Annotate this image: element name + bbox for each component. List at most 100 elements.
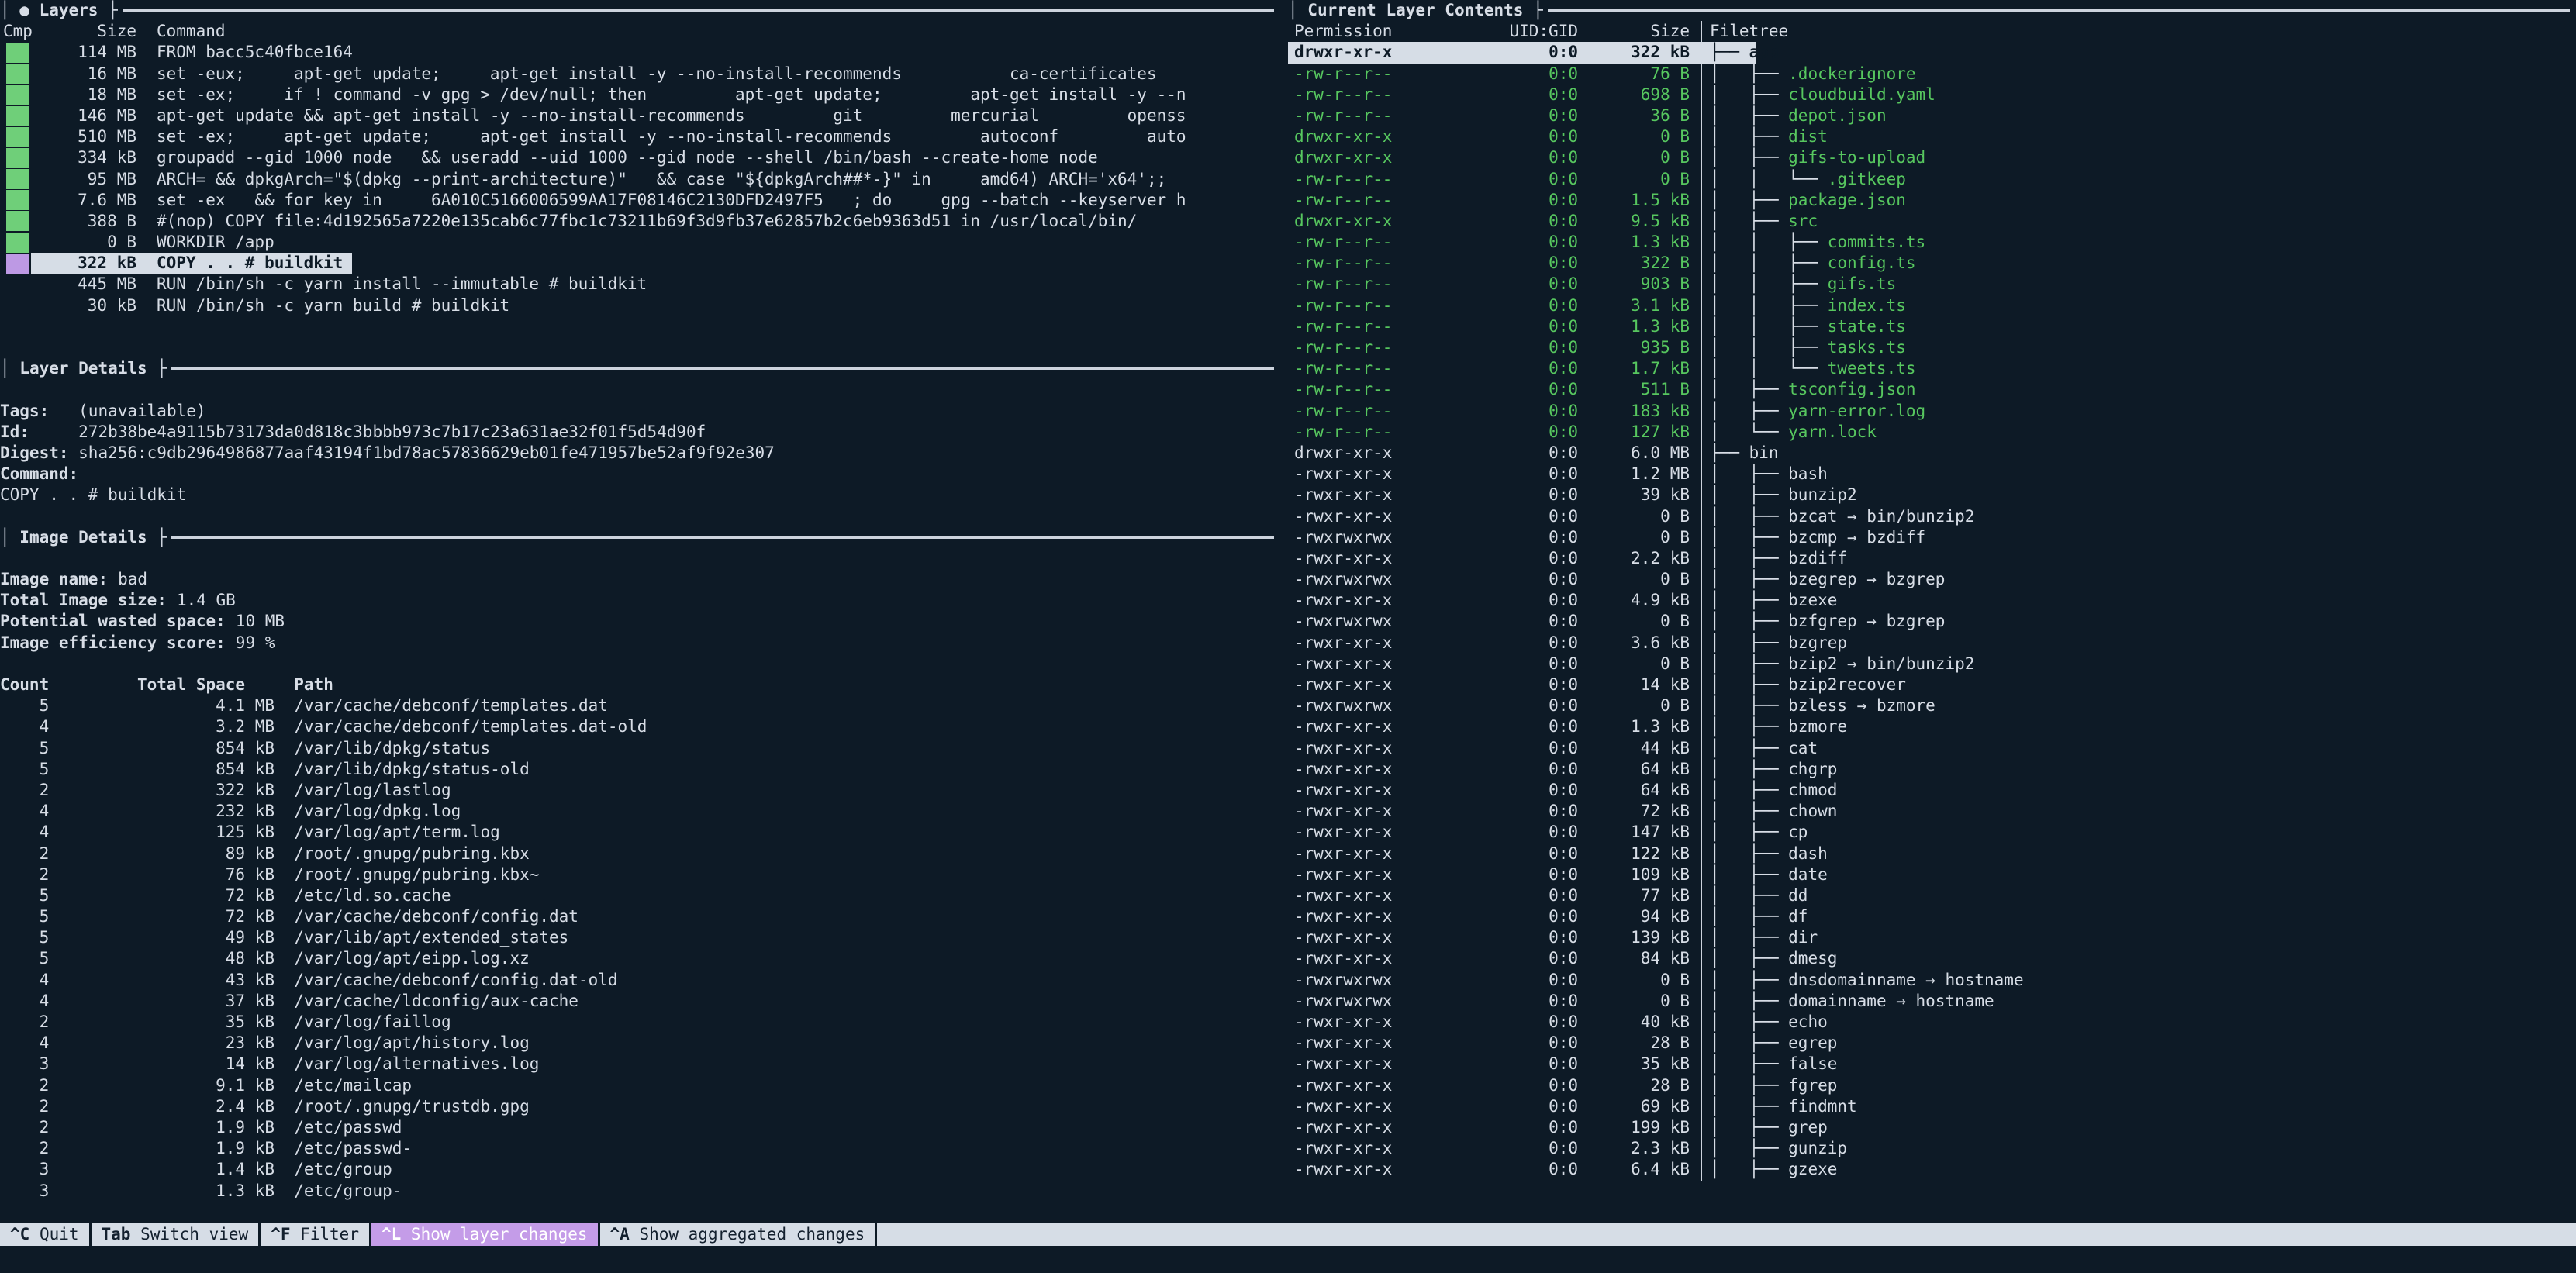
filetree-row[interactable]: -rw-r--r--0:076 B│ ├── .dockerignore bbox=[1288, 64, 2576, 85]
filetree-row[interactable]: -rwxr-xr-x0:03.6 kB│ ├── bzgrep bbox=[1288, 633, 2576, 654]
layer-row[interactable]: 146 MBapt-get update && apt-get install … bbox=[0, 105, 1288, 126]
filetree-row[interactable]: drwxr-xr-x0:00 B│ ├── dist bbox=[1288, 126, 2576, 147]
filetree-row[interactable]: -rwxr-xr-x0:040 kB│ ├── echo bbox=[1288, 1012, 2576, 1033]
layer-row[interactable]: 30 kBRUN /bin/sh -c yarn build # buildki… bbox=[0, 295, 1288, 316]
file-size: 322 kB bbox=[1595, 42, 1690, 63]
statusbar-filter[interactable]: ^F Filter bbox=[261, 1223, 369, 1246]
wasted-file-row[interactable]: 5 48 kB /var/log/apt/eipp.log.xz bbox=[0, 948, 1288, 969]
filetree-row[interactable]: -rwxr-xr-x0:06.4 kB│ ├── gzexe bbox=[1288, 1159, 2576, 1180]
filetree-row[interactable]: drwxr-xr-x0:06.0 MB├── bin bbox=[1288, 443, 2576, 464]
filetree-row[interactable]: -rwxr-xr-x0:077 kB│ ├── dd bbox=[1288, 885, 2576, 906]
wasted-file-row[interactable]: 2 9.1 kB /etc/mailcap bbox=[0, 1075, 1288, 1096]
filetree-row[interactable]: -rwxrwxrwx0:00 B│ ├── domainname → hostn… bbox=[1288, 991, 2576, 1012]
wasted-file-row[interactable]: 5 49 kB /var/lib/apt/extended_states bbox=[0, 927, 1288, 948]
layer-row[interactable]: 322 kBCOPY . . # buildkit bbox=[0, 253, 1288, 274]
filetree-row[interactable]: -rwxrwxrwx0:00 B│ ├── bzegrep → bzgrep bbox=[1288, 569, 2576, 590]
filetree-row[interactable]: drwxr-xr-x0:00 B│ ├── gifs-to-upload bbox=[1288, 147, 2576, 168]
filetree-row[interactable]: -rwxrwxrwx0:00 B│ ├── bzcmp → bzdiff bbox=[1288, 527, 2576, 548]
layer-row[interactable]: 334 kBgroupadd --gid 1000 node && userad… bbox=[0, 147, 1288, 168]
wasted-file-row[interactable]: 4 3.2 MB /var/cache/debconf/templates.da… bbox=[0, 716, 1288, 737]
wasted-file-row[interactable]: 2 1.9 kB /etc/passwd- bbox=[0, 1138, 1288, 1159]
filetree-row[interactable]: -rw-r--r--0:0903 B│ │ ├── gifs.ts bbox=[1288, 274, 2576, 295]
filetree-row[interactable]: -rwxr-xr-x0:0109 kB│ ├── date bbox=[1288, 864, 2576, 885]
filetree-row[interactable]: -rwxr-xr-x0:069 kB│ ├── findmnt bbox=[1288, 1096, 2576, 1117]
tree-branch-glyph: │ ├── bbox=[1710, 802, 1788, 820]
filetree-row[interactable]: -rwxrwxrwx0:00 B│ ├── dnsdomainname → ho… bbox=[1288, 970, 2576, 991]
statusbar-show-layer-changes[interactable]: ^L Show layer changes bbox=[371, 1223, 598, 1246]
wasted-file-row[interactable]: 5 854 kB /var/lib/dpkg/status bbox=[0, 738, 1288, 759]
filetree-row[interactable]: -rw-r--r--0:01.3 kB│ │ ├── commits.ts bbox=[1288, 232, 2576, 253]
filetree-row[interactable]: -rw-r--r--0:01.7 kB│ │ └── tweets.ts bbox=[1288, 358, 2576, 379]
wasted-file-row[interactable]: 2 35 kB /var/log/faillog bbox=[0, 1012, 1288, 1033]
wasted-file-row[interactable]: 2 89 kB /root/.gnupg/pubring.kbx bbox=[0, 843, 1288, 864]
filetree-row[interactable]: -rw-r--r--0:0322 B│ │ ├── config.ts bbox=[1288, 253, 2576, 274]
filetree-row[interactable]: -rwxr-xr-x0:072 kB│ ├── chown bbox=[1288, 801, 2576, 822]
wasted-file-row[interactable]: 4 43 kB /var/cache/debconf/config.dat-ol… bbox=[0, 970, 1288, 991]
filetree-row[interactable]: -rwxr-xr-x0:028 B│ ├── fgrep bbox=[1288, 1075, 2576, 1096]
filetree-row[interactable]: -rwxr-xr-x0:084 kB│ ├── dmesg bbox=[1288, 948, 2576, 969]
filetree-row[interactable]: -rwxr-xr-x0:039 kB│ ├── bunzip2 bbox=[1288, 485, 2576, 505]
wasted-file-row[interactable]: 5 72 kB /etc/ld.so.cache bbox=[0, 885, 1288, 906]
filetree-row[interactable]: -rwxr-xr-x0:0147 kB│ ├── cp bbox=[1288, 822, 2576, 843]
layer-row[interactable]: 0 BWORKDIR /app bbox=[0, 232, 1288, 253]
layer-row[interactable]: 95 MBARCH= && dpkgArch="$(dpkg --print-a… bbox=[0, 169, 1288, 190]
filetree-row[interactable]: -rw-r--r--0:03.1 kB│ │ ├── index.ts bbox=[1288, 295, 2576, 316]
layer-row[interactable]: 7.6 MBset -ex && for key in 6A010C516600… bbox=[0, 190, 1288, 211]
layer-row[interactable]: 16 MBset -eux; apt-get update; apt-get i… bbox=[0, 64, 1288, 85]
filetree-row[interactable]: -rwxrwxrwx0:00 B│ ├── bzless → bzmore bbox=[1288, 695, 2576, 716]
filetree-row[interactable]: -rw-r--r--0:036 B│ ├── depot.json bbox=[1288, 105, 2576, 126]
filetree-row[interactable]: -rw-r--r--0:01.3 kB│ │ ├── state.ts bbox=[1288, 316, 2576, 337]
layer-row[interactable]: 445 MBRUN /bin/sh -c yarn install --immu… bbox=[0, 274, 1288, 295]
filetree-row[interactable]: -rwxr-xr-x0:02.3 kB│ ├── gunzip bbox=[1288, 1138, 2576, 1159]
wasted-file-row[interactable]: 4 37 kB /var/cache/ldconfig/aux-cache bbox=[0, 991, 1288, 1012]
wasted-file-row[interactable]: 2 322 kB /var/log/lastlog bbox=[0, 780, 1288, 801]
wasted-file-row[interactable]: 3 1.3 kB /etc/group- bbox=[0, 1181, 1288, 1202]
wasted-file-row[interactable]: 5 4.1 MB /var/cache/debconf/templates.da… bbox=[0, 695, 1288, 716]
wasted-file-row[interactable]: 2 76 kB /root/.gnupg/pubring.kbx~ bbox=[0, 864, 1288, 885]
filetree-row[interactable]: -rwxr-xr-x0:014 kB│ ├── bzip2recover bbox=[1288, 674, 2576, 695]
filetree-row[interactable]: -rwxr-xr-x0:064 kB│ ├── chgrp bbox=[1288, 759, 2576, 780]
filetree-row[interactable]: -rwxr-xr-x0:00 B│ ├── bzip2 → bin/bunzip… bbox=[1288, 654, 2576, 674]
wasted-file-row[interactable]: 4 125 kB /var/log/apt/term.log bbox=[0, 822, 1288, 843]
filetree-row[interactable]: drwxr-xr-x0:09.5 kB│ ├── src bbox=[1288, 211, 2576, 232]
wasted-file-row[interactable]: 3 1.4 kB /etc/group bbox=[0, 1159, 1288, 1180]
wasted-file-row[interactable]: 2 2.4 kB /root/.gnupg/trustdb.gpg bbox=[0, 1096, 1288, 1117]
layer-row[interactable]: 388 B#(nop) COPY file:4d192565a7220e135c… bbox=[0, 211, 1288, 232]
filetree-row[interactable]: -rw-r--r--0:0127 kB│ └── yarn.lock bbox=[1288, 422, 2576, 443]
wasted-file-row[interactable]: 2 1.9 kB /etc/passwd bbox=[0, 1117, 1288, 1138]
filetree-row[interactable]: -rwxr-xr-x0:0199 kB│ ├── grep bbox=[1288, 1117, 2576, 1138]
wasted-file-row[interactable]: 4 232 kB /var/log/dpkg.log bbox=[0, 801, 1288, 822]
filetree-row[interactable]: -rwxr-xr-x0:064 kB│ ├── chmod bbox=[1288, 780, 2576, 801]
filetree-row[interactable]: -rwxr-xr-x0:00 B│ ├── bzcat → bin/bunzip… bbox=[1288, 506, 2576, 527]
layer-row[interactable]: 510 MBset -ex; apt-get update; apt-get i… bbox=[0, 126, 1288, 147]
layer-row[interactable]: 18 MBset -ex; if ! command -v gpg > /dev… bbox=[0, 85, 1288, 105]
filetree-row[interactable]: -rwxr-xr-x0:04.9 kB│ ├── bzexe bbox=[1288, 590, 2576, 611]
filetree-row[interactable]: -rwxr-xr-x0:0122 kB│ ├── dash bbox=[1288, 843, 2576, 864]
filetree-row[interactable]: -rwxr-xr-x0:028 B│ ├── egrep bbox=[1288, 1033, 2576, 1054]
filetree-row[interactable]: -rwxr-xr-x0:044 kB│ ├── cat bbox=[1288, 738, 2576, 759]
filetree-row[interactable]: -rwxr-xr-x0:035 kB│ ├── false bbox=[1288, 1054, 2576, 1075]
filetree-row[interactable]: -rwxr-xr-x0:01.3 kB│ ├── bzmore bbox=[1288, 716, 2576, 737]
filetree-row[interactable]: drwxr-xr-x0:0322 kB├── app bbox=[1288, 42, 2576, 63]
filetree-row[interactable]: -rwxrwxrwx0:00 B│ ├── bzfgrep → bzgrep bbox=[1288, 611, 2576, 632]
filetree-row[interactable]: -rwxr-xr-x0:094 kB│ ├── df bbox=[1288, 906, 2576, 927]
file-permission: -rw-r--r-- bbox=[1294, 295, 1487, 316]
filetree-row[interactable]: -rw-r--r--0:0183 kB│ ├── yarn-error.log bbox=[1288, 401, 2576, 422]
filetree-row[interactable]: -rw-r--r--0:00 B│ │ └── .gitkeep bbox=[1288, 169, 2576, 190]
filetree-row[interactable]: -rw-r--r--0:0935 B│ │ ├── tasks.ts bbox=[1288, 337, 2576, 358]
filetree-row[interactable]: -rwxr-xr-x0:0139 kB│ ├── dir bbox=[1288, 927, 2576, 948]
filetree-row[interactable]: -rw-r--r--0:0698 B│ ├── cloudbuild.yaml bbox=[1288, 85, 2576, 105]
wasted-file-row[interactable]: 3 14 kB /var/log/alternatives.log bbox=[0, 1054, 1288, 1075]
layer-row[interactable]: 114 MBFROM bacc5c40fbce164 bbox=[0, 42, 1288, 63]
statusbar-show-aggregated-changes[interactable]: ^A Show aggregated changes bbox=[600, 1223, 875, 1246]
wasted-file-row[interactable]: 5 854 kB /var/lib/dpkg/status-old bbox=[0, 759, 1288, 780]
filetree-row[interactable]: -rw-r--r--0:01.5 kB│ ├── package.json bbox=[1288, 190, 2576, 211]
filetree-row[interactable]: -rw-r--r--0:0511 B│ ├── tsconfig.json bbox=[1288, 379, 2576, 400]
filetree-row[interactable]: -rwxr-xr-x0:02.2 kB│ ├── bzdiff bbox=[1288, 548, 2576, 569]
statusbar-quit[interactable]: ^C Quit bbox=[0, 1223, 89, 1246]
file-permission: -rwxr-xr-x bbox=[1294, 1138, 1487, 1159]
wasted-file-row[interactable]: 5 72 kB /var/cache/debconf/config.dat bbox=[0, 906, 1288, 927]
filetree-row[interactable]: -rwxr-xr-x0:01.2 MB│ ├── bash bbox=[1288, 464, 2576, 485]
wasted-file-row[interactable]: 4 23 kB /var/log/apt/history.log bbox=[0, 1033, 1288, 1054]
statusbar-switch-view[interactable]: Tab Switch view bbox=[92, 1223, 259, 1246]
